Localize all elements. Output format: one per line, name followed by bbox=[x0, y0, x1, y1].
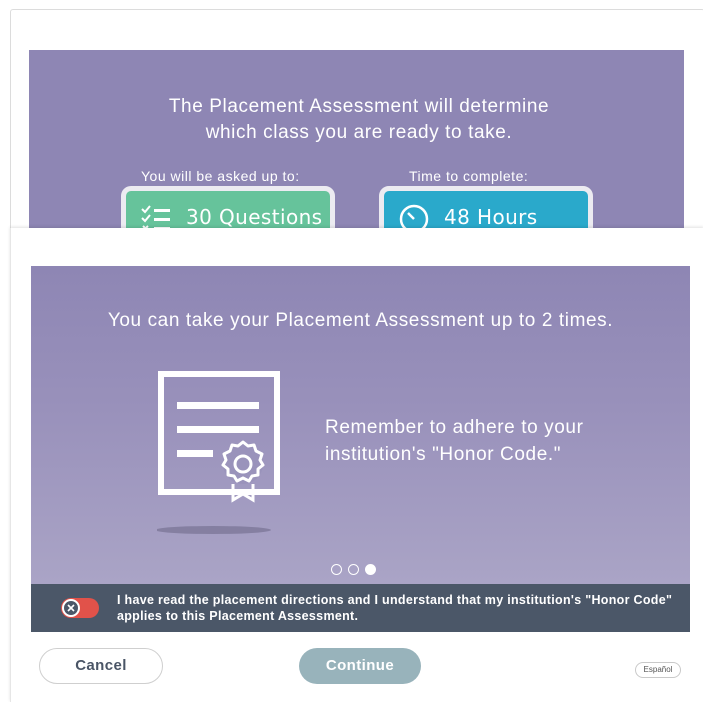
close-icon bbox=[67, 604, 75, 612]
agreement-text[interactable]: I have read the placement directions and… bbox=[117, 592, 677, 624]
questions-value: 30 Questions bbox=[186, 205, 323, 229]
certificate-icon bbox=[157, 371, 280, 534]
toggle-knob bbox=[62, 599, 80, 617]
pagination-dots bbox=[331, 562, 382, 576]
continue-button[interactable]: Continue bbox=[299, 648, 421, 684]
honor-code-text: Remember to adhere to your institution's… bbox=[325, 417, 584, 465]
time-label: Time to complete: bbox=[409, 168, 529, 184]
previous-slide-panel: The Placement Assessment will determine … bbox=[29, 50, 684, 245]
cancel-button[interactable]: Cancel bbox=[39, 648, 163, 684]
page-dot-1[interactable] bbox=[331, 564, 342, 575]
previous-slide-card: The Placement Assessment will determine … bbox=[10, 9, 703, 246]
language-button[interactable]: Español bbox=[635, 662, 681, 678]
slide-heading: You can take your Placement Assessment u… bbox=[107, 310, 614, 331]
previous-slide-title: The Placement Assessment will determine … bbox=[168, 96, 550, 143]
agreement-bar: I have read the placement directions and… bbox=[31, 584, 690, 632]
page-dot-2[interactable] bbox=[348, 564, 359, 575]
page-dot-3[interactable] bbox=[365, 564, 376, 575]
slide-panel: You can take your Placement Assessment u… bbox=[31, 266, 690, 584]
agreement-toggle[interactable] bbox=[61, 598, 99, 618]
hours-value: 48 Hours bbox=[444, 205, 538, 229]
questions-label: You will be asked up to: bbox=[141, 168, 300, 184]
placement-dialog: You can take your Placement Assessment u… bbox=[10, 228, 703, 702]
